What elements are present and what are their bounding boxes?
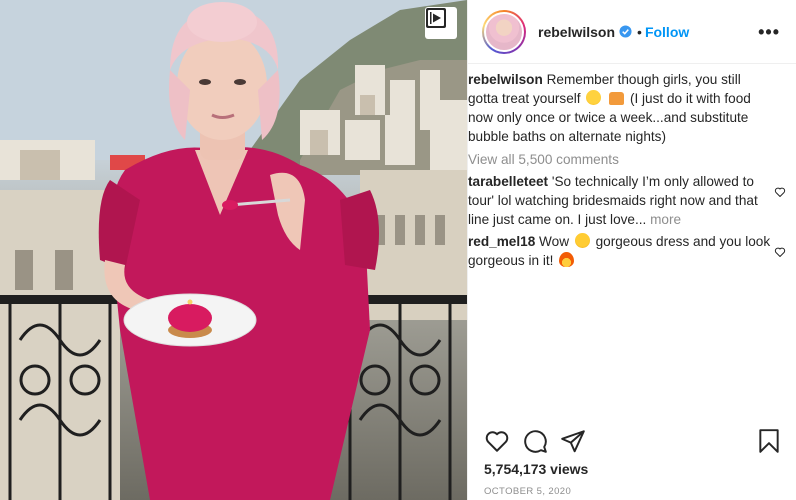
post-media-video[interactable] — [0, 0, 467, 500]
verified-badge-icon — [619, 25, 632, 38]
caption-username[interactable]: rebelwilson — [468, 72, 543, 87]
heart-eyes-emoji-icon — [574, 233, 590, 248]
post-header: rebelwilson • Follow ••• — [468, 0, 796, 64]
comment-more-link[interactable]: more — [650, 212, 681, 227]
comment-username[interactable]: red_mel18 — [468, 234, 535, 249]
fire-emoji-icon — [559, 252, 575, 267]
post-date[interactable]: OCTOBER 5, 2020 — [484, 486, 571, 497]
post-sidebar: rebelwilson • Follow ••• rebelwilson Rem… — [467, 0, 796, 500]
like-comment-heart-icon[interactable] — [774, 246, 786, 258]
comment-text-1: Wow — [539, 234, 570, 249]
share-icon[interactable] — [560, 428, 586, 454]
like-comment-heart-icon[interactable] — [774, 186, 786, 198]
heart-icon[interactable] — [484, 428, 510, 454]
comment-icon[interactable] — [522, 428, 548, 454]
follow-button[interactable]: Follow — [645, 24, 689, 40]
view-all-comments-link[interactable]: View all 5,500 comments — [468, 150, 782, 169]
winking-face-emoji-icon — [586, 90, 602, 105]
bookmark-icon[interactable] — [756, 428, 782, 454]
comment-username[interactable]: tarabelleteet — [468, 174, 548, 189]
post-actions — [484, 428, 782, 454]
more-options-icon[interactable]: ••• — [758, 23, 780, 41]
avatar[interactable] — [482, 9, 526, 54]
cake-emoji-icon — [609, 92, 625, 105]
separator-dot: • — [637, 23, 642, 40]
comment-item: tarabelleteet 'So technically I’m only a… — [468, 172, 786, 229]
video-frame — [0, 0, 467, 500]
caption: rebelwilson Remember though girls, you s… — [468, 70, 782, 146]
view-count[interactable]: 5,754,173 views — [484, 461, 588, 477]
comments-section: rebelwilson Remember though girls, you s… — [468, 64, 796, 270]
author-username[interactable]: rebelwilson — [538, 24, 615, 40]
comment-item: red_mel18 Wow gorgeous dress and you loo… — [468, 232, 786, 270]
video-icon — [425, 7, 457, 39]
